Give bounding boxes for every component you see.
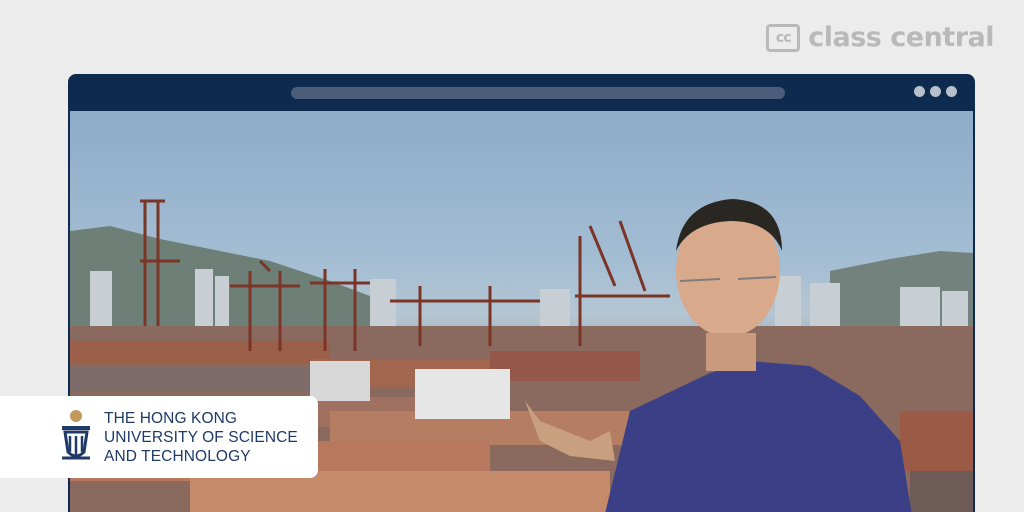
menu-dot-icon — [914, 86, 925, 97]
university-badge: THE HONG KONG UNIVERSITY OF SCIENCE AND … — [0, 396, 318, 478]
window-menu[interactable] — [914, 86, 957, 97]
address-bar[interactable] — [291, 87, 785, 99]
class-central-logo-icon: cc — [766, 23, 801, 52]
university-name-line: THE HONG KONG — [104, 409, 238, 427]
class-central-brand: cc class central — [766, 22, 994, 53]
hkust-logo-icon — [62, 410, 90, 460]
university-name: THE HONG KONG UNIVERSITY OF SCIENCE AND … — [104, 409, 298, 466]
brand-name: class central — [808, 22, 994, 53]
menu-dot-icon — [930, 86, 941, 97]
menu-dot-icon — [946, 86, 957, 97]
university-name-line: AND TECHNOLOGY — [104, 447, 251, 465]
window-titlebar — [68, 74, 975, 111]
university-name-line: UNIVERSITY OF SCIENCE — [104, 428, 298, 446]
warehouse — [415, 369, 510, 419]
